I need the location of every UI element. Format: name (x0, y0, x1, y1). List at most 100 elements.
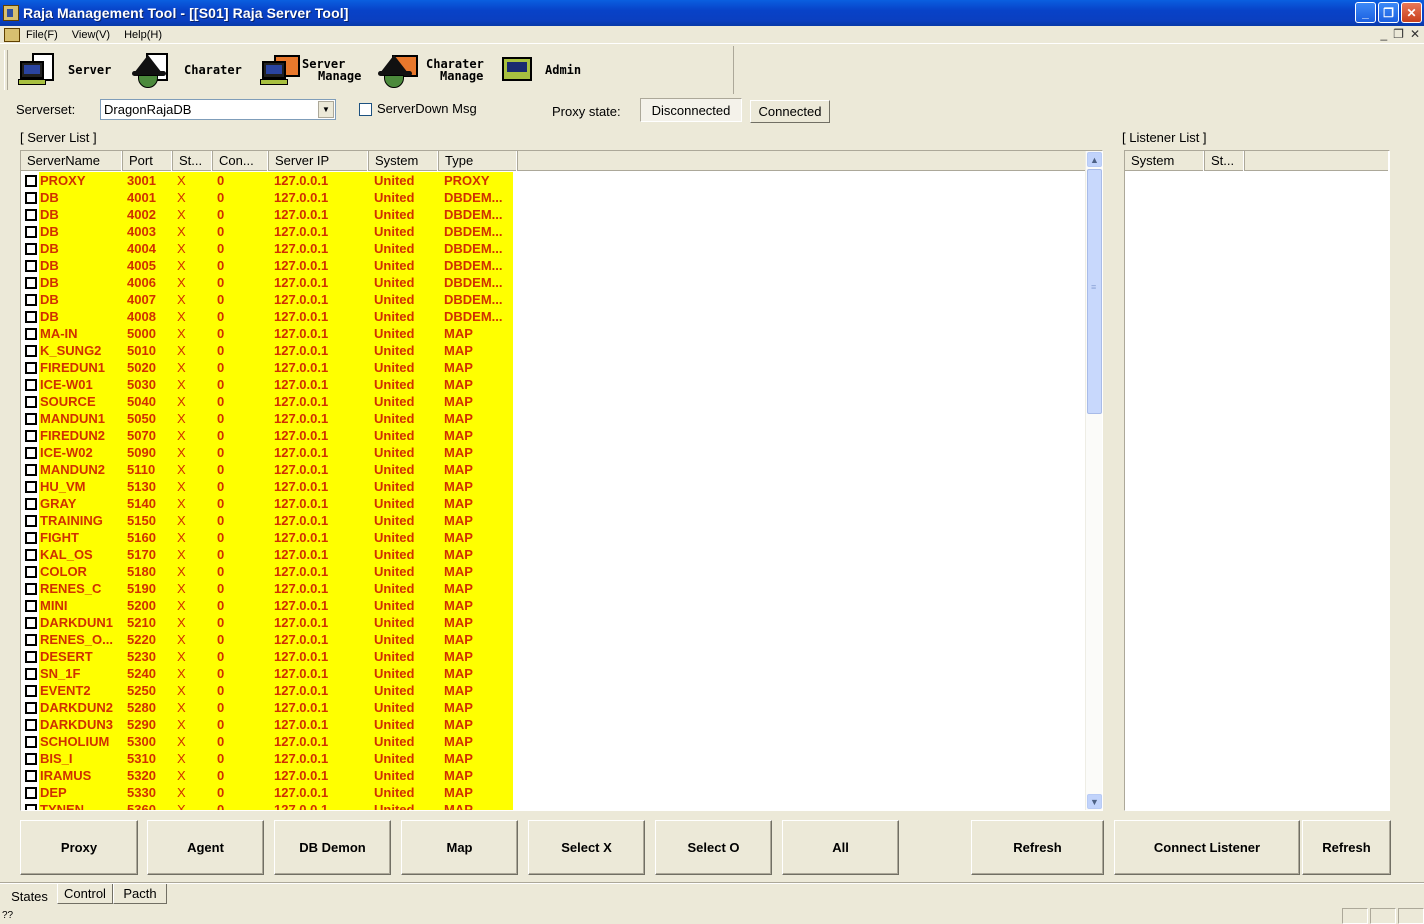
table-row[interactable]: MANDUN2 5110 X 0 127.0.0.1 United MAP (21, 461, 513, 478)
menu-file[interactable]: File(F) (26, 29, 58, 41)
tab-pacth[interactable]: Pacth (113, 884, 167, 904)
table-row[interactable]: PROXY 3001 X 0 127.0.0.1 United PROXY (21, 172, 513, 189)
table-row[interactable]: DB 4005 X 0 127.0.0.1 United DBDEM... (21, 257, 513, 274)
table-row[interactable]: TYNEN 5360 X 0 127.0.0.1 United MAP (21, 801, 513, 810)
row-checkbox[interactable] (25, 327, 37, 340)
row-checkbox[interactable] (25, 480, 37, 493)
table-row[interactable]: DARKDUN1 5210 X 0 127.0.0.1 United MAP (21, 614, 513, 631)
table-row[interactable]: DB 4006 X 0 127.0.0.1 United DBDEM... (21, 274, 513, 291)
table-row[interactable]: COLOR 5180 X 0 127.0.0.1 United MAP (21, 563, 513, 580)
row-checkbox[interactable] (25, 429, 37, 442)
table-row[interactable]: MA-IN 5000 X 0 127.0.0.1 United MAP (21, 325, 513, 342)
row-checkbox[interactable] (25, 514, 37, 527)
row-checkbox[interactable] (25, 633, 37, 646)
all-button[interactable]: All (782, 820, 899, 875)
serverdown-msg-label[interactable]: ServerDown Msg (377, 101, 477, 116)
column-header-status[interactable]: St... (1205, 151, 1245, 171)
table-row[interactable]: GRAY 5140 X 0 127.0.0.1 United MAP (21, 495, 513, 512)
row-checkbox[interactable] (25, 684, 37, 697)
table-row[interactable]: FIREDUN1 5020 X 0 127.0.0.1 United MAP (21, 359, 513, 376)
mdi-close-button[interactable]: ✕ (1410, 27, 1420, 41)
menu-view[interactable]: View(V) (72, 29, 110, 41)
table-row[interactable]: BIS_I 5310 X 0 127.0.0.1 United MAP (21, 750, 513, 767)
table-row[interactable]: FIGHT 5160 X 0 127.0.0.1 United MAP (21, 529, 513, 546)
row-checkbox[interactable] (25, 599, 37, 612)
table-row[interactable]: KAL_OS 5170 X 0 127.0.0.1 United MAP (21, 546, 513, 563)
table-row[interactable]: DB 4007 X 0 127.0.0.1 United DBDEM... (21, 291, 513, 308)
proxy-connected-button[interactable]: Connected (750, 100, 830, 123)
table-row[interactable]: DARKDUN2 5280 X 0 127.0.0.1 United MAP (21, 699, 513, 716)
table-row[interactable]: ICE-W01 5030 X 0 127.0.0.1 United MAP (21, 376, 513, 393)
toolbar-server-button[interactable]: Server (18, 48, 111, 92)
row-checkbox[interactable] (25, 735, 37, 748)
row-checkbox[interactable] (25, 752, 37, 765)
table-row[interactable]: SN_1F 5240 X 0 127.0.0.1 United MAP (21, 665, 513, 682)
row-checkbox[interactable] (25, 310, 37, 323)
row-checkbox[interactable] (25, 225, 37, 238)
close-button[interactable]: ✕ (1401, 2, 1422, 23)
mdi-child-icon[interactable] (4, 27, 20, 42)
column-header-status[interactable]: St... (173, 151, 213, 171)
column-header-port[interactable]: Port (123, 151, 173, 171)
agent-button[interactable]: Agent (147, 820, 264, 875)
row-checkbox[interactable] (25, 803, 37, 810)
row-checkbox[interactable] (25, 208, 37, 221)
row-checkbox[interactable] (25, 718, 37, 731)
table-row[interactable]: SCHOLIUM 5300 X 0 127.0.0.1 United MAP (21, 733, 513, 750)
column-header-system[interactable]: System (1125, 151, 1205, 171)
map-button[interactable]: Map (401, 820, 518, 875)
scroll-down-icon[interactable]: ▼ (1087, 794, 1102, 809)
server-list-scrollbar[interactable]: ▲ ▼ (1085, 151, 1102, 810)
table-row[interactable]: FIREDUN2 5070 X 0 127.0.0.1 United MAP (21, 427, 513, 444)
table-row[interactable]: DEP 5330 X 0 127.0.0.1 United MAP (21, 784, 513, 801)
chevron-down-icon[interactable]: ▼ (318, 101, 334, 118)
row-checkbox[interactable] (25, 361, 37, 374)
row-checkbox[interactable] (25, 548, 37, 561)
row-checkbox[interactable] (25, 701, 37, 714)
table-row[interactable]: MANDUN1 5050 X 0 127.0.0.1 United MAP (21, 410, 513, 427)
row-checkbox[interactable] (25, 582, 37, 595)
table-row[interactable]: DARKDUN3 5290 X 0 127.0.0.1 United MAP (21, 716, 513, 733)
select-x-button[interactable]: Select X (528, 820, 645, 875)
row-checkbox[interactable] (25, 565, 37, 578)
table-row[interactable]: RENES_C 5190 X 0 127.0.0.1 United MAP (21, 580, 513, 597)
table-row[interactable]: DB 4008 X 0 127.0.0.1 United DBDEM... (21, 308, 513, 325)
select-o-button[interactable]: Select O (655, 820, 772, 875)
row-checkbox[interactable] (25, 667, 37, 680)
table-row[interactable]: DB 4002 X 0 127.0.0.1 United DBDEM... (21, 206, 513, 223)
restore-button[interactable]: ❐ (1378, 2, 1399, 23)
row-checkbox[interactable] (25, 344, 37, 357)
row-checkbox[interactable] (25, 259, 37, 272)
row-checkbox[interactable] (25, 293, 37, 306)
row-checkbox[interactable] (25, 463, 37, 476)
menu-help[interactable]: Help(H) (124, 29, 162, 41)
table-row[interactable]: ICE-W02 5090 X 0 127.0.0.1 United MAP (21, 444, 513, 461)
toolbar-charater-button[interactable]: Charater (132, 48, 242, 92)
row-checkbox[interactable] (25, 446, 37, 459)
table-row[interactable]: DESERT 5230 X 0 127.0.0.1 United MAP (21, 648, 513, 665)
column-header-system[interactable]: System (369, 151, 439, 171)
table-row[interactable]: EVENT2 5250 X 0 127.0.0.1 United MAP (21, 682, 513, 699)
toolbar-server-manage-button[interactable]: Server Manage (260, 48, 361, 92)
proxy-button[interactable]: Proxy (20, 820, 138, 875)
row-checkbox[interactable] (25, 616, 37, 629)
scroll-thumb[interactable] (1087, 169, 1102, 414)
row-checkbox[interactable] (25, 769, 37, 782)
serverdown-msg-checkbox[interactable] (359, 103, 372, 116)
minimize-button[interactable]: _ (1355, 2, 1376, 23)
column-header-type[interactable]: Type (439, 151, 518, 171)
table-row[interactable]: IRAMUS 5320 X 0 127.0.0.1 United MAP (21, 767, 513, 784)
table-row[interactable]: TRAINING 5150 X 0 127.0.0.1 United MAP (21, 512, 513, 529)
listener-refresh-button[interactable]: Refresh (1302, 820, 1391, 875)
mdi-minimize-button[interactable]: _ (1380, 27, 1387, 41)
row-checkbox[interactable] (25, 378, 37, 391)
app-icon[interactable] (3, 5, 19, 21)
table-row[interactable]: DB 4004 X 0 127.0.0.1 United DBDEM... (21, 240, 513, 257)
column-header-servername[interactable]: ServerName (21, 151, 123, 171)
table-row[interactable]: DB 4003 X 0 127.0.0.1 United DBDEM... (21, 223, 513, 240)
table-row[interactable]: DB 4001 X 0 127.0.0.1 United DBDEM... (21, 189, 513, 206)
scroll-up-icon[interactable]: ▲ (1087, 152, 1102, 167)
toolbar-admin-button[interactable]: Admin (498, 48, 581, 92)
connect-listener-button[interactable]: Connect Listener (1114, 820, 1300, 875)
row-checkbox[interactable] (25, 497, 37, 510)
